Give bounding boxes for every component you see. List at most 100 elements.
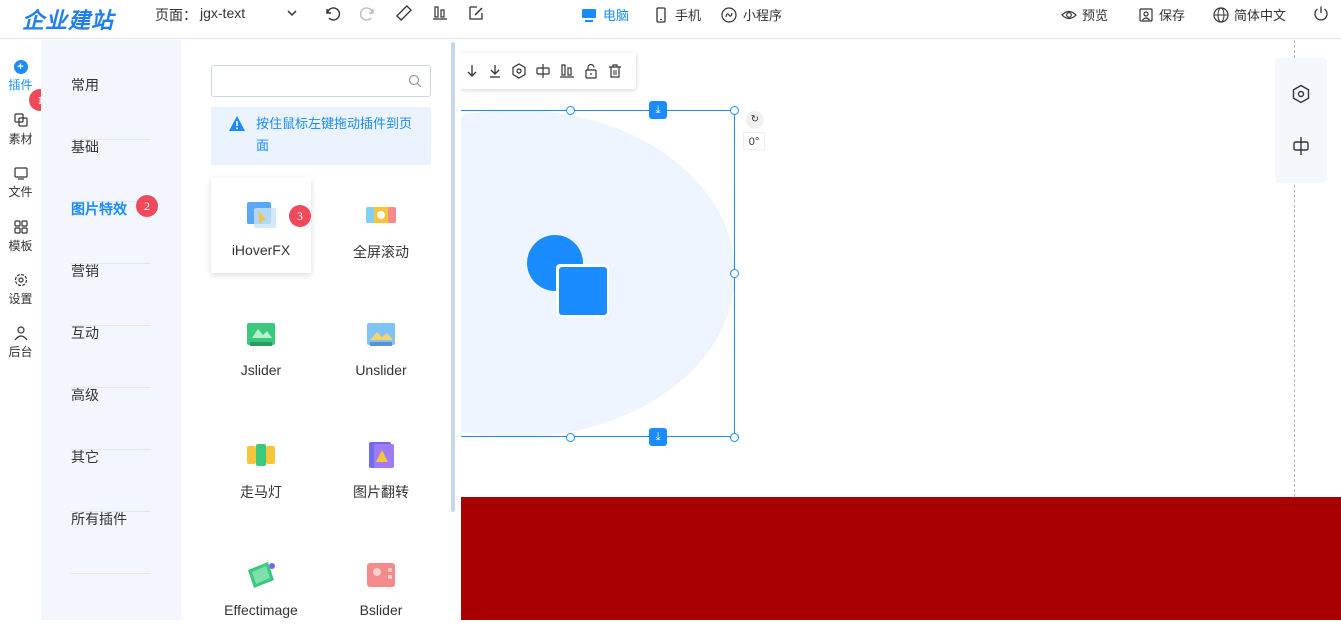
- plus-icon: +: [13, 60, 28, 74]
- rotate-icon[interactable]: ↻: [746, 111, 764, 129]
- delete-icon[interactable]: [607, 63, 623, 79]
- page-section-band[interactable]: [461, 497, 1341, 620]
- chevron-down-icon[interactable]: [285, 6, 299, 20]
- resize-handle-right[interactable]: [730, 269, 739, 278]
- plugin-panel: 按住鼠标左键拖动插件到页面 iHoverFX 全屏滚动 Jslider Unsl…: [181, 40, 461, 620]
- user-icon: [14, 326, 27, 341]
- plugin-unslider[interactable]: Unslider: [331, 298, 431, 393]
- top-bar: 企业建站 页面： jgx-text 电脑 手机 小程序 预览 保存 简体中文: [0, 0, 1341, 39]
- effectimage-icon: [244, 558, 278, 592]
- resize-handle-bottom[interactable]: [566, 433, 575, 442]
- category-item[interactable]: 高级: [71, 388, 151, 450]
- plugin-label: 图片翻转: [353, 484, 409, 500]
- undo-icon[interactable]: [323, 4, 341, 22]
- search-icon[interactable]: [408, 74, 422, 88]
- plugin-search-input[interactable]: [211, 65, 431, 97]
- power-button[interactable]: [1313, 5, 1329, 21]
- globe-icon: [1213, 6, 1229, 23]
- category-item[interactable]: 所有插件: [71, 512, 151, 574]
- save-button[interactable]: 保存: [1138, 5, 1185, 24]
- align-bottom-icon[interactable]: [559, 63, 575, 79]
- anchor-top-icon[interactable]: ⤓: [649, 101, 667, 119]
- folder-icon: [13, 167, 28, 180]
- move-bottom-icon[interactable]: [487, 63, 503, 79]
- rotation-readout: 0°: [743, 132, 765, 150]
- rail-item-materials[interactable]: 素材: [0, 112, 41, 147]
- device-miniprogram[interactable]: 小程序: [721, 5, 782, 24]
- selection-box[interactable]: [461, 110, 735, 437]
- resize-handle-top[interactable]: [566, 106, 575, 115]
- category-item[interactable]: 基础: [71, 140, 151, 202]
- preview-label: 预览: [1082, 8, 1109, 23]
- rail-item-label: 设置: [8, 292, 33, 306]
- page-label: 页面：: [155, 7, 197, 23]
- plugin-image-flip[interactable]: 图片翻转: [331, 418, 431, 513]
- power-icon: [1314, 6, 1328, 21]
- align-center-icon[interactable]: [535, 63, 551, 79]
- rail-item-plugins[interactable]: + 插件: [0, 60, 41, 93]
- edit-icon[interactable]: [467, 4, 485, 22]
- plugin-fullscreen-scroll[interactable]: 全屏滚动: [331, 178, 431, 273]
- drag-tip-text: 按住鼠标左键拖动插件到页面: [256, 116, 413, 153]
- rail-item-templates[interactable]: 模板: [0, 219, 41, 254]
- plugin-label: iHoverFX: [231, 242, 291, 258]
- plugin-label: 走马灯: [240, 484, 282, 500]
- preview-button[interactable]: 预览: [1061, 5, 1108, 24]
- anchor-bottom-icon[interactable]: ⤓: [649, 428, 667, 446]
- plugin-jslider[interactable]: Jslider: [211, 298, 311, 393]
- align-bottom-icon[interactable]: [431, 4, 449, 22]
- rail-item-files[interactable]: 文件: [0, 165, 41, 200]
- category-item[interactable]: 常用: [71, 78, 151, 140]
- element-toolbar: [461, 53, 636, 89]
- resize-handle-bottom-right[interactable]: [730, 433, 739, 442]
- floating-tool-panel: [1275, 58, 1327, 183]
- step-badge-3: 3: [289, 205, 311, 227]
- category-item[interactable]: 其它: [71, 450, 151, 512]
- save-label: 保存: [1159, 8, 1186, 23]
- image-flip-icon: [364, 438, 398, 472]
- brand-logo[interactable]: 企业建站: [22, 3, 114, 35]
- rail-item-label: 素材: [8, 132, 33, 146]
- center-icon[interactable]: [1291, 84, 1311, 104]
- plugin-label: Jslider: [240, 362, 282, 378]
- device-mobile[interactable]: 手机: [653, 5, 701, 24]
- category-item[interactable]: 互动: [71, 326, 151, 388]
- carousel-icon: [244, 438, 278, 472]
- step-badge-2: 2: [136, 195, 158, 217]
- redo-icon[interactable]: [359, 4, 377, 22]
- resize-handle-top-right[interactable]: [730, 106, 739, 115]
- rail-item-label: 模板: [8, 239, 33, 253]
- ihoverfx-icon: [244, 198, 278, 232]
- drag-tip: 按住鼠标左键拖动插件到页面: [211, 107, 431, 165]
- grid-icon: [13, 220, 28, 234]
- plugin-bslider[interactable]: Bslider: [331, 538, 431, 633]
- save-icon: [1139, 7, 1153, 22]
- fullscreen-scroll-icon: [364, 198, 398, 232]
- panel-scrollbar[interactable]: [451, 42, 455, 512]
- ruler-icon[interactable]: [395, 4, 413, 22]
- plugin-effectimage[interactable]: Effectimage: [211, 538, 311, 633]
- mobile-icon: [656, 6, 666, 23]
- gear-icon: [14, 273, 27, 287]
- center-icon[interactable]: [511, 63, 527, 79]
- rail-item-label: 后台: [8, 345, 33, 359]
- rail-item-settings[interactable]: 设置: [0, 272, 41, 307]
- page-selector[interactable]: jgx-text: [200, 5, 245, 21]
- language-selector[interactable]: 简体中文: [1213, 5, 1286, 24]
- plugin-label: Effectimage: [224, 602, 298, 618]
- plugin-carousel[interactable]: 走马灯: [211, 418, 311, 513]
- move-down-icon[interactable]: [464, 63, 480, 79]
- unslider-icon: [364, 318, 398, 352]
- device-desktop[interactable]: 电脑: [581, 5, 629, 24]
- category-list: 常用 基础 图片特效 营销 互动 高级 其它 所有插件: [41, 40, 181, 620]
- category-item[interactable]: 营销: [71, 264, 151, 326]
- bslider-icon: [364, 558, 398, 592]
- jslider-icon: [244, 318, 278, 352]
- align-center-icon[interactable]: [1291, 136, 1311, 156]
- rail-item-admin[interactable]: 后台: [0, 325, 41, 360]
- unlock-icon[interactable]: [583, 63, 599, 79]
- language-label: 简体中文: [1234, 8, 1287, 23]
- plugin-label: Bslider: [359, 602, 403, 618]
- device-miniprogram-label: 小程序: [743, 8, 783, 23]
- design-canvas[interactable]: ⤓ ⤓ ↻ 0°: [461, 40, 1341, 620]
